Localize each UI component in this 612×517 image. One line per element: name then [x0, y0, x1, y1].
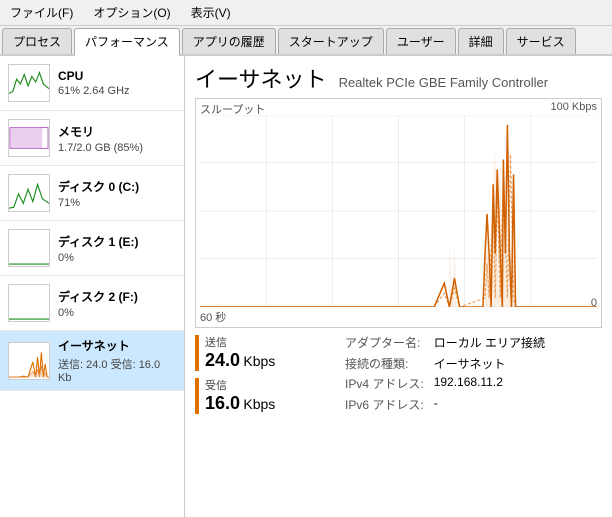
disk1-thumbnail: [8, 229, 50, 267]
ipv4-label: IPv4 アドレス:: [345, 375, 424, 394]
receive-label: 受信: [205, 377, 275, 393]
tab-startup[interactable]: スタートアップ: [278, 28, 384, 54]
connection-info: アダプター名: ローカル エリア接続 接続の種類: イーサネット IPv4 アド…: [345, 334, 545, 414]
menu-options[interactable]: オプション(O): [87, 2, 176, 23]
sidebar-item-memory[interactable]: メモリ 1.7/2.0 GB (85%): [0, 111, 184, 166]
ethernet-info: イーサネット 送信: 24.0 受信: 16.0 Kb: [58, 337, 176, 384]
right-panel: イーサネット Realtek PCIe GBE Family Controlle…: [185, 56, 612, 517]
tab-app-history[interactable]: アプリの履歴: [182, 28, 276, 54]
ipv6-value: -: [434, 396, 545, 415]
info-section: 送信 24.0 Kbps 受信 16.0 Kbps: [195, 334, 602, 414]
send-value-row: 24.0 Kbps: [205, 350, 275, 371]
connection-type-label: 接続の種類:: [345, 355, 424, 374]
memory-thumbnail: [8, 119, 50, 157]
ethernet-thumbnail: [8, 342, 50, 380]
menu-bar: ファイル(F) オプション(O) 表示(V): [0, 0, 612, 26]
chart-label-100kbps: 100 Kbps: [551, 101, 597, 113]
sidebar-item-disk0[interactable]: ディスク 0 (C:) 71%: [0, 166, 184, 221]
disk2-sublabel: 0%: [58, 307, 176, 319]
tab-process[interactable]: プロセス: [2, 28, 72, 54]
receive-stat: 受信 16.0 Kbps: [195, 377, 325, 414]
send-value: 24.0: [205, 350, 240, 370]
right-header: イーサネット Realtek PCIe GBE Family Controlle…: [195, 62, 602, 94]
cpu-info: CPU 61% 2.64 GHz: [58, 69, 176, 97]
send-stat: 送信 24.0 Kbps: [195, 334, 325, 371]
main-content: CPU 61% 2.64 GHz メモリ 1.7/2.0 GB (85%): [0, 56, 612, 517]
receive-stat-content: 受信 16.0 Kbps: [205, 377, 275, 414]
receive-value-row: 16.0 Kbps: [205, 393, 275, 414]
sidebar-item-disk2[interactable]: ディスク 2 (F:) 0%: [0, 276, 184, 331]
disk0-info: ディスク 0 (C:) 71%: [58, 178, 176, 209]
disk1-info: ディスク 1 (E:) 0%: [58, 233, 176, 264]
tab-details[interactable]: 詳細: [458, 28, 504, 54]
cpu-thumbnail: [8, 64, 50, 102]
page-title: イーサネット: [195, 62, 327, 94]
memory-info: メモリ 1.7/2.0 GB (85%): [58, 123, 176, 154]
throughput-chart: スループット 100 Kbps 0 60 秒: [195, 98, 602, 328]
menu-view[interactable]: 表示(V): [185, 2, 237, 23]
ipv4-value: 192.168.11.2: [434, 375, 545, 394]
cpu-sublabel: 61% 2.64 GHz: [58, 85, 176, 97]
disk0-label: ディスク 0 (C:): [58, 178, 176, 195]
chart-label-60sec: 60 秒: [200, 309, 226, 325]
ipv6-label: IPv6 アドレス:: [345, 396, 424, 415]
adapter-name-value: ローカル エリア接続: [434, 334, 545, 353]
tab-users[interactable]: ユーザー: [386, 28, 456, 54]
disk1-label: ディスク 1 (E:): [58, 233, 176, 250]
stats-panel: 送信 24.0 Kbps 受信 16.0 Kbps: [195, 334, 325, 414]
receive-value: 16.0: [205, 393, 240, 413]
memory-sublabel: 1.7/2.0 GB (85%): [58, 142, 176, 154]
left-panel: CPU 61% 2.64 GHz メモリ 1.7/2.0 GB (85%): [0, 56, 185, 517]
send-stat-content: 送信 24.0 Kbps: [205, 334, 275, 371]
disk2-thumbnail: [8, 284, 50, 322]
page-subtitle: Realtek PCIe GBE Family Controller: [339, 75, 549, 90]
send-unit: Kbps: [243, 353, 275, 369]
tab-performance[interactable]: パフォーマンス: [74, 28, 180, 56]
receive-unit: Kbps: [243, 396, 275, 412]
receive-indicator: [195, 378, 199, 414]
cpu-label: CPU: [58, 69, 176, 83]
chart-svg: [200, 115, 597, 307]
ethernet-sublabel: 送信: 24.0 受信: 16.0 Kb: [58, 356, 176, 384]
sidebar-item-cpu[interactable]: CPU 61% 2.64 GHz: [0, 56, 184, 111]
disk1-sublabel: 0%: [58, 252, 176, 264]
adapter-name-label: アダプター名:: [345, 334, 424, 353]
sidebar-item-disk1[interactable]: ディスク 1 (E:) 0%: [0, 221, 184, 276]
send-label: 送信: [205, 334, 275, 350]
menu-file[interactable]: ファイル(F): [4, 2, 79, 23]
tab-services[interactable]: サービス: [506, 28, 576, 54]
send-indicator: [195, 335, 199, 371]
tab-bar: プロセス パフォーマンス アプリの履歴 スタートアップ ユーザー 詳細 サービス: [0, 26, 612, 56]
ethernet-label: イーサネット: [58, 337, 176, 354]
disk0-sublabel: 71%: [58, 197, 176, 209]
memory-label: メモリ: [58, 123, 176, 140]
connection-type-value: イーサネット: [434, 355, 545, 374]
disk2-info: ディスク 2 (F:) 0%: [58, 288, 176, 319]
disk0-thumbnail: [8, 174, 50, 212]
disk2-label: ディスク 2 (F:): [58, 288, 176, 305]
sidebar-item-ethernet[interactable]: イーサネット 送信: 24.0 受信: 16.0 Kb: [0, 331, 184, 391]
